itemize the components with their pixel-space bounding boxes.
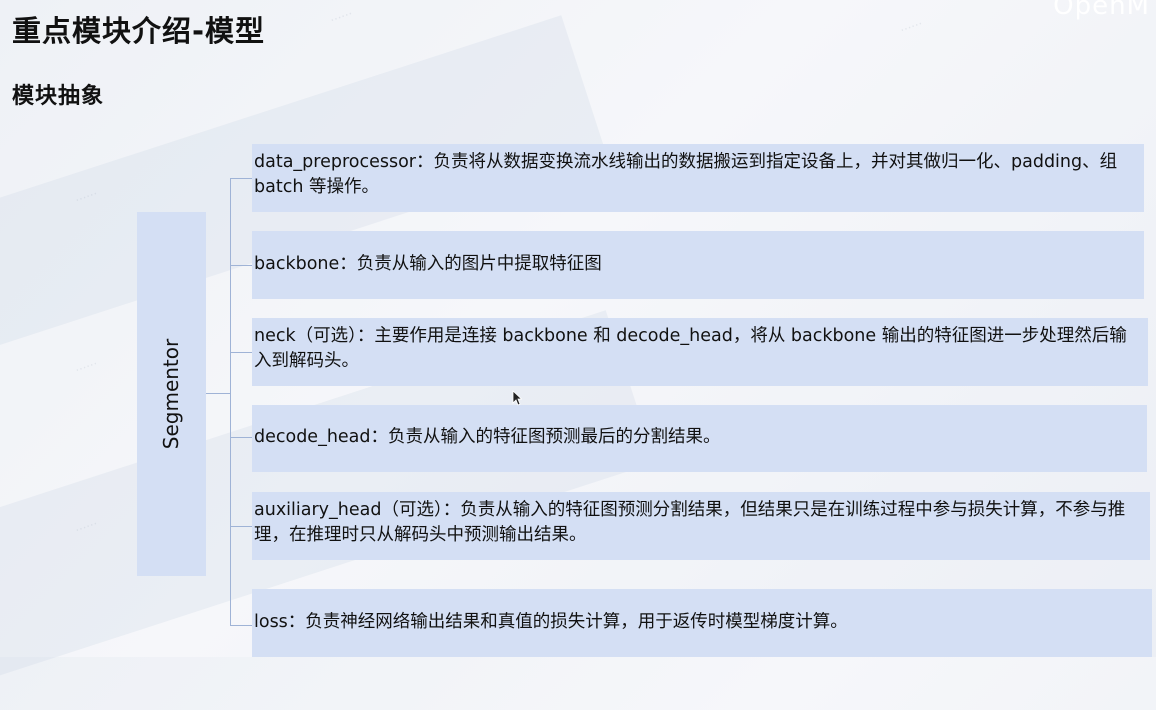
branch-line-backbone (230, 265, 252, 266)
watermark: ······ (73, 356, 100, 378)
module-card-loss: loss：负责神经网络输出结果和真值的损失计算，用于返传时模型梯度计算。 (252, 589, 1152, 657)
module-card-backbone: backbone：负责从输入的图片中提取特征图 (252, 231, 1144, 299)
page-title: 重点模块介绍-模型 (12, 14, 266, 48)
brand-logo-text: OpenM (1053, 0, 1150, 21)
segmentor-label: Segmentor (159, 338, 184, 450)
branch-line-decode-head (230, 437, 252, 438)
module-description: loss：负责神经网络输出结果和真值的损失计算，用于返传时模型梯度计算。 (254, 612, 848, 632)
tree-trunk-line (230, 178, 231, 625)
segmentor-root-box: Segmentor (137, 212, 206, 576)
module-description: data_preprocessor：负责将从数据变换流水线输出的数据搬运到指定设… (254, 152, 1118, 197)
module-card-data-preprocessor: data_preprocessor：负责将从数据变换流水线输出的数据搬运到指定设… (252, 144, 1144, 212)
module-description: decode_head：负责从输入的特征图预测最后的分割结果。 (254, 427, 721, 447)
mouse-cursor-icon (512, 390, 522, 406)
module-description: backbone：负责从输入的图片中提取特征图 (254, 254, 602, 274)
branch-line-loss (230, 625, 252, 626)
module-description: neck（可选）：主要作用是连接 backbone 和 decode_head，… (254, 326, 1127, 371)
module-card-neck: neck（可选）：主要作用是连接 backbone 和 decode_head，… (252, 318, 1148, 386)
module-description: auxiliary_head（可选）：负责从输入的特征图预测分割结果，但结果只是… (254, 500, 1126, 545)
branch-line-data-preprocessor (230, 178, 252, 179)
module-card-decode-head: decode_head：负责从输入的特征图预测最后的分割结果。 (252, 405, 1147, 472)
section-title: 模块抽象 (12, 84, 105, 109)
branch-line-auxiliary-head (230, 526, 252, 527)
watermark: ······ (898, 16, 925, 38)
module-card-auxiliary-head: auxiliary_head（可选）：负责从输入的特征图预测分割结果，但结果只是… (252, 492, 1150, 560)
watermark: ······ (328, 6, 355, 28)
branch-line-neck (230, 352, 252, 353)
root-connector-line (206, 393, 230, 394)
